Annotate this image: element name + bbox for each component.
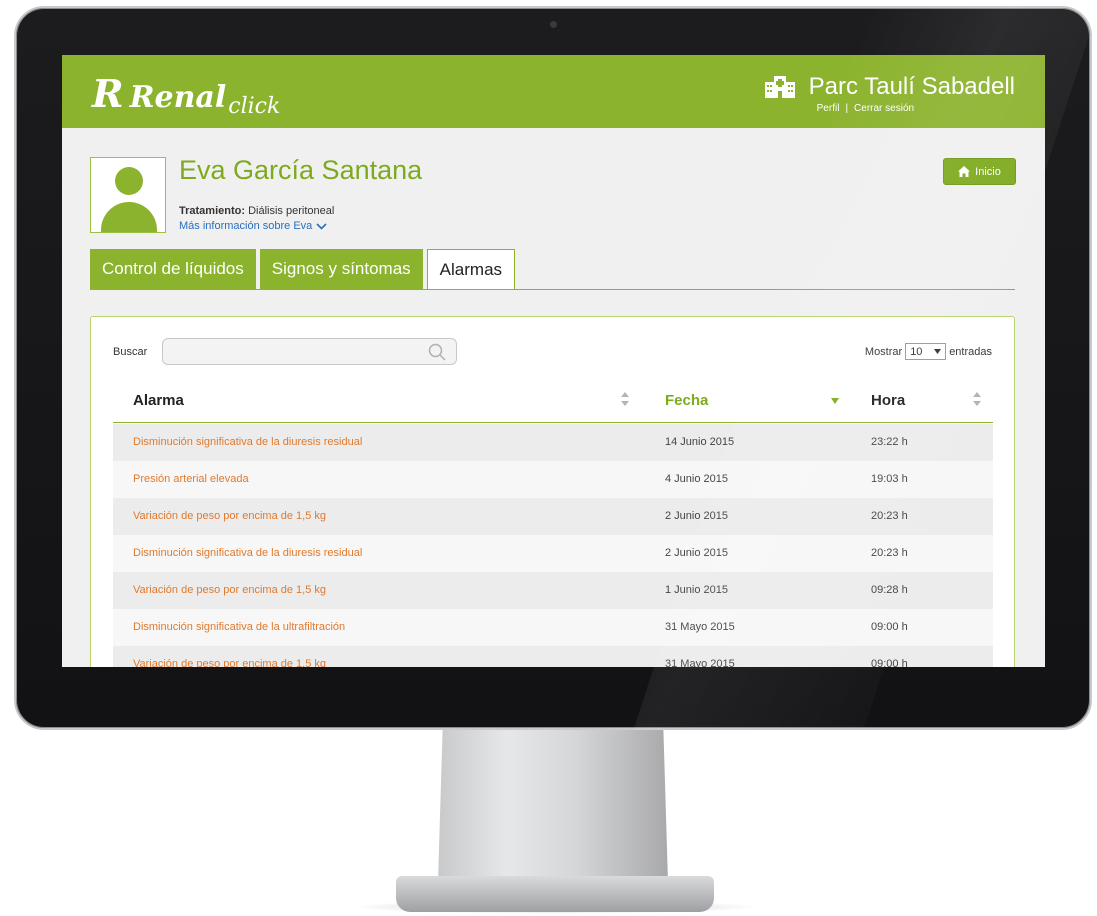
avatar-body (101, 202, 157, 232)
patient-avatar (90, 157, 166, 233)
page-size-select[interactable]: 10 (905, 343, 947, 360)
alarm-date: 1 Junio 2015 (665, 584, 728, 596)
link-separator: | (845, 103, 849, 114)
home-button[interactable]: Inicio (943, 158, 1016, 185)
webcam (550, 21, 557, 28)
table-row[interactable]: Variación de peso por encima de 1,5 kg 2… (113, 498, 993, 535)
sort-both-icon[interactable] (973, 392, 981, 407)
alarm-time: 09:00 h (871, 621, 908, 633)
chevron-down-icon (316, 222, 327, 230)
patient-treatment: Tratamiento: Diálisis peritoneal (179, 205, 334, 217)
table-row[interactable]: Disminución significativa de la diuresis… (113, 535, 993, 572)
table-header: Alarma Fecha Hora (113, 377, 993, 423)
alarm-time: 20:23 h (871, 547, 908, 559)
column-header-hora[interactable]: Hora (871, 392, 905, 409)
logo-mark: R (92, 71, 124, 116)
logo-text-click: click (228, 94, 281, 119)
alarm-link[interactable]: Disminución significativa de la diuresis… (133, 436, 362, 448)
table-row[interactable]: Presión arterial elevada 4 Junio 2015 19… (113, 461, 993, 498)
home-icon (958, 166, 971, 177)
section-tabs: Control de líquidos Signos y síntomas Al… (90, 249, 519, 290)
hospital-block: Parc Taulí Sabadell Perfil | Cerrar sesi… (764, 73, 1015, 114)
more-info-link[interactable]: Más información sobre Eva (179, 220, 327, 232)
column-header-alarma[interactable]: Alarma (133, 392, 184, 409)
alarm-date: 31 Mayo 2015 (665, 621, 735, 633)
alarm-time: 09:00 h (871, 658, 908, 667)
alarm-link[interactable]: Variación de peso por encima de 1,5 kg (133, 510, 326, 522)
alarm-time: 20:23 h (871, 510, 908, 522)
tabs-divider (90, 289, 1015, 290)
patient-name: Eva García Santana (179, 155, 423, 185)
table-row[interactable]: Disminución significativa de la ultrafil… (113, 609, 993, 646)
alarm-date: 14 Junio 2015 (665, 436, 735, 448)
tab-signos-sintomas[interactable]: Signos y síntomas (259, 249, 423, 289)
renalclick-logo[interactable]: R Renal click (92, 71, 280, 119)
alarm-date: 4 Junio 2015 (665, 473, 728, 485)
search-input[interactable] (162, 338, 457, 365)
logo-text-renal: Renal (129, 80, 227, 115)
sort-both-icon[interactable] (621, 392, 629, 407)
profile-link[interactable]: Perfil (817, 103, 840, 114)
table-row[interactable]: Variación de peso por encima de 1,5 kg 1… (113, 572, 993, 609)
page-size-value: 10 (910, 345, 923, 358)
app-screen: R Renal click Parc Taulí Sabadell Perfil… (62, 55, 1045, 667)
monitor-stand-base (396, 876, 714, 912)
sort-desc-icon[interactable] (831, 397, 839, 405)
avatar-head (115, 167, 143, 195)
account-links: Perfil | Cerrar sesión (817, 103, 1015, 114)
hospital-icon (764, 76, 795, 98)
show-prefix: Mostrar (864, 345, 903, 358)
table-row[interactable]: Variación de peso por encima de 1,5 kg 3… (113, 646, 993, 667)
more-info-label: Más información sobre Eva (179, 220, 313, 232)
alarm-time: 19:03 h (871, 473, 908, 485)
table-row[interactable]: Disminución significativa de la diuresis… (113, 424, 993, 461)
alarm-time: 09:28 h (871, 584, 908, 596)
treatment-value: Diálisis peritoneal (248, 205, 335, 217)
app-header: R Renal click Parc Taulí Sabadell Perfil… (62, 55, 1045, 128)
alarm-link[interactable]: Disminución significativa de la ultrafil… (133, 621, 345, 633)
treatment-label: Tratamiento: (179, 205, 246, 217)
caret-down-icon (934, 349, 942, 354)
alarm-date: 2 Junio 2015 (665, 547, 728, 559)
alarm-time: 23:22 h (871, 436, 908, 448)
hospital-name: Parc Taulí Sabadell (808, 73, 1015, 100)
search-label: Buscar (113, 346, 148, 358)
tab-alarmas[interactable]: Alarmas (426, 249, 516, 290)
alarm-link[interactable]: Variación de peso por encima de 1,5 kg (133, 584, 326, 596)
alarms-panel: Buscar Mostrar 10 entradas Alarma Fecha (90, 316, 1015, 667)
search-icon (428, 343, 446, 361)
alarms-table-body: Disminución significativa de la diuresis… (113, 424, 993, 667)
column-header-fecha[interactable]: Fecha (665, 392, 708, 409)
show-suffix: entradas (949, 345, 992, 358)
alarm-link[interactable]: Variación de peso por encima de 1,5 kg (133, 658, 326, 667)
alarm-date: 31 Mayo 2015 (665, 658, 735, 667)
alarm-date: 2 Junio 2015 (665, 510, 728, 522)
alarm-link[interactable]: Disminución significativa de la diuresis… (133, 547, 362, 559)
home-button-label: Inicio (975, 165, 1001, 178)
tab-control-liquidos[interactable]: Control de líquidos (90, 249, 256, 289)
page-size-control: Mostrar 10 entradas (865, 343, 992, 360)
logout-link[interactable]: Cerrar sesión (854, 103, 914, 114)
monitor-stand (438, 730, 668, 882)
alarm-link[interactable]: Presión arterial elevada (133, 473, 249, 485)
